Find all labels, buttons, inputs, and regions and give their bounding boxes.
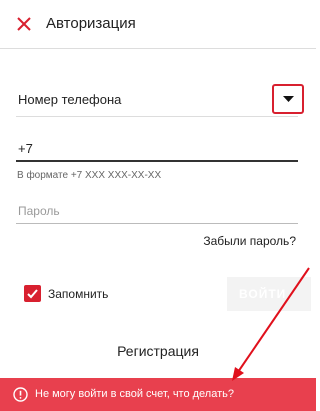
login-type-divider <box>16 116 298 117</box>
login-type-dropdown-button[interactable] <box>272 84 304 114</box>
remember-label: Запомнить <box>48 287 109 301</box>
login-screen: Авторизация Номер телефона В формате +7 … <box>0 0 316 411</box>
phone-input[interactable] <box>16 136 298 162</box>
close-button[interactable] <box>12 12 36 36</box>
checkbox-checked[interactable] <box>24 285 41 302</box>
alert-circle-icon <box>13 387 28 402</box>
login-type-select[interactable]: Номер телефона <box>16 82 312 120</box>
login-button[interactable]: ВОЙТИ <box>227 277 311 311</box>
caret-down-icon <box>283 96 294 102</box>
page-title: Авторизация <box>46 15 136 32</box>
help-banner-text: Не могу войти в свой счет, что делать? <box>35 388 234 400</box>
password-input[interactable] <box>16 198 298 224</box>
login-help-banner[interactable]: Не могу войти в свой счет, что делать? <box>0 378 316 411</box>
forgot-password-link[interactable]: Забыли пароль? <box>203 234 296 248</box>
phone-format-hint: В формате +7 XXX XXX-XX-XX <box>17 170 162 181</box>
register-link[interactable]: Регистрация <box>0 343 316 359</box>
checkmark-icon <box>27 289 38 299</box>
app-header: Авторизация <box>0 0 316 49</box>
close-icon <box>17 17 31 31</box>
login-type-value: Номер телефона <box>18 92 122 107</box>
